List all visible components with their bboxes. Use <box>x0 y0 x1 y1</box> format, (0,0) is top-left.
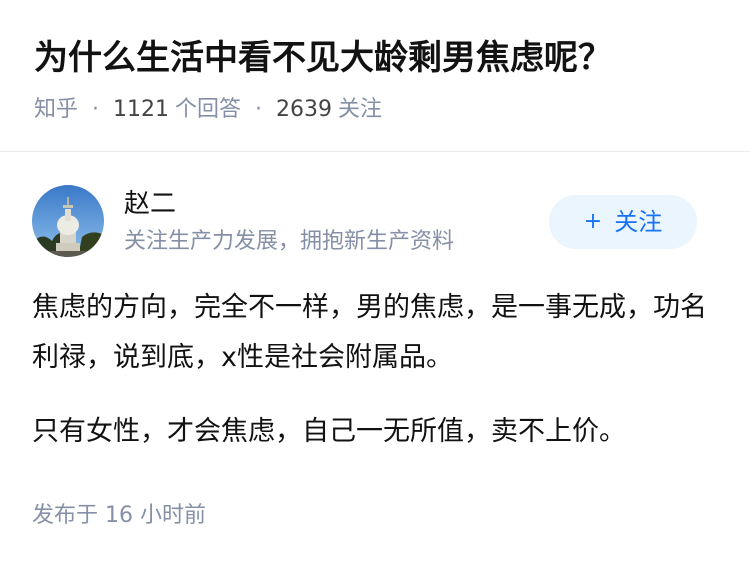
question-meta: 知乎 · 1121 个回答 · 2639 关注 <box>34 94 382 126</box>
followers-label: 关注 <box>338 97 383 122</box>
avatar[interactable] <box>32 185 104 257</box>
follow-button[interactable]: + 关注 <box>549 195 697 249</box>
meta-separator: · <box>255 97 263 122</box>
answers-count: 1121 <box>113 97 170 122</box>
plus-icon: + <box>583 209 603 234</box>
avatar-image <box>32 185 104 257</box>
question-header: 为什么生活中看不见大龄剩男焦虑呢？ 知乎 · 1121 个回答 · 2639 关… <box>0 0 750 152</box>
followers-count: 2639 <box>276 97 333 122</box>
question-title[interactable]: 为什么生活中看不见大龄剩男焦虑呢？ <box>34 36 612 80</box>
meta-separator: · <box>92 97 100 122</box>
answer-paragraph: 只有女性，才会焦虑，自己一无所值，卖不上价。 <box>32 416 626 447</box>
author-bio: 关注生产力发展，拥抱新生产资料 <box>124 229 455 254</box>
zhihu-answer-page: 为什么生活中看不见大龄剩男焦虑呢？ 知乎 · 1121 个回答 · 2639 关… <box>0 0 750 570</box>
source-label[interactable]: 知乎 <box>34 94 78 126</box>
answer-content: 焦虑的方向，完全不一样，男的焦虑，是一事无成，功名利禄，说到底，x性是社会附属品… <box>32 283 712 481</box>
follow-button-label: 关注 <box>614 208 663 236</box>
answer-paragraph: 焦虑的方向，完全不一样，男的焦虑，是一事无成，功名利禄，说到底，x性是社会附属品… <box>32 292 707 373</box>
author-name[interactable]: 赵二 <box>124 187 176 221</box>
publish-time[interactable]: 发布于 16 小时前 <box>32 500 206 532</box>
answers-label[interactable]: 个回答 <box>175 94 241 126</box>
